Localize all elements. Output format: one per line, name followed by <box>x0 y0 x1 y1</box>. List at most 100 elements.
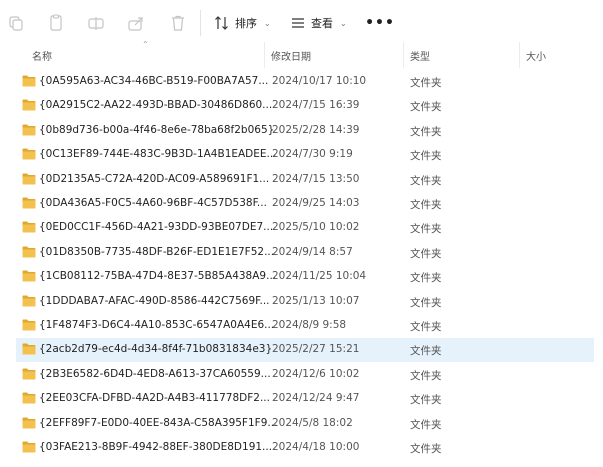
file-date: 2025/2/27 15:21 <box>272 343 360 356</box>
file-type: 文件夹 <box>410 150 442 163</box>
share-icon[interactable] <box>126 13 146 33</box>
file-type: 文件夹 <box>410 321 442 333</box>
file-name: {0DA436A5-F0C5-4A60-96BF-4C57D538F... <box>39 197 267 209</box>
file-date: 2024/8/9 9:58 <box>272 319 347 331</box>
folder-icon <box>22 221 36 233</box>
file-name: {01D8350B-7735-48DF-B26F-ED1E1E7F52... <box>39 245 275 258</box>
file-type: 文件夹 <box>410 125 442 138</box>
table-row[interactable]: {2EFF89F7-E0D0-40EE-843A-C58A395F1F9... 2… <box>16 412 594 436</box>
more-options-icon[interactable]: ••• <box>365 12 394 34</box>
table-row[interactable]: {0D2135A5-C72A-420D-AC09-A589691F1... 202… <box>16 168 594 192</box>
table-row[interactable]: {03FAE213-8B9F-4942-88EF-380DE8D191... 20… <box>16 436 594 460</box>
toolbar-separator <box>200 10 201 36</box>
folder-icon <box>22 295 36 307</box>
file-type: 文件夹 <box>410 296 442 309</box>
table-row[interactable]: {0C13EF89-744E-483C-9B3D-1A4B1EADEE... 20… <box>16 143 594 167</box>
table-row[interactable]: {1CB08112-75BA-47D4-8E37-5B85A438A9... 20… <box>16 265 594 289</box>
folder-icon <box>22 343 36 355</box>
folder-icon <box>22 99 36 111</box>
file-name: {0A2915C2-AA22-493D-BBAD-30486D860... <box>39 99 273 112</box>
table-row[interactable]: {2acb2d79-ec4d-4d34-8f4f-71b0831834e3} 20… <box>16 338 594 363</box>
folder-icon <box>22 392 36 404</box>
file-name: {2B3E6582-6D4D-4ED8-A613-37CA60559... <box>39 367 271 380</box>
table-row[interactable]: {2EE03CFA-DFBD-4A2D-A4B3-411778DF2... 202… <box>16 387 594 411</box>
table-row[interactable]: {0b89d736-b00a-4f46-8e6e-78ba68f2b065} 20… <box>16 119 594 143</box>
folder-icon <box>22 75 36 87</box>
file-type: 文件夹 <box>410 101 442 114</box>
file-type: 文件夹 <box>410 418 442 431</box>
copy-icon[interactable] <box>46 13 66 33</box>
table-row[interactable]: {0A595A63-AC34-46BC-B519-F00BA7A57... 202… <box>16 70 594 94</box>
table-row[interactable]: {0DA436A5-F0C5-4A60-96BF-4C57D538F... 202… <box>16 192 594 216</box>
table-row[interactable]: {1DDDABA7-AFAC-490D-8586-442C7569F... 202… <box>16 290 594 314</box>
table-row[interactable]: {0A2915C2-AA22-493D-BBAD-30486D860... 202… <box>16 94 594 118</box>
table-row[interactable]: {01D8350B-7735-48DF-B26F-ED1E1E7F52... 20… <box>16 241 594 265</box>
chevron-down-icon: ⌄ <box>264 18 271 28</box>
file-name: {1F4874F3-D6C4-4A10-853C-6547A0A4E6... <box>39 319 275 331</box>
file-type: 文件夹 <box>410 443 442 455</box>
file-date: 2024/7/15 13:50 <box>272 172 360 185</box>
folder-icon <box>22 368 36 380</box>
file-date: 2024/4/18 10:00 <box>272 441 360 453</box>
file-date: 2024/10/17 10:10 <box>272 75 367 87</box>
file-type: 文件夹 <box>410 199 442 211</box>
file-name: {0D2135A5-C72A-420D-AC09-A589691F1... <box>39 172 270 185</box>
file-date: 2024/12/6 10:02 <box>272 367 360 380</box>
file-name: {0A595A63-AC34-46BC-B519-F00BA7A57... <box>39 75 269 87</box>
folder-icon <box>22 173 36 185</box>
view-list-icon <box>292 18 304 28</box>
column-header: ⌃ 名称 修改日期 类型 大小 <box>0 40 603 68</box>
file-date: 2024/12/24 9:47 <box>272 392 360 405</box>
folder-icon <box>22 270 36 282</box>
file-name: {2EE03CFA-DFBD-4A2D-A4B3-411778DF2... <box>39 392 270 405</box>
file-name: {0b89d736-b00a-4f46-8e6e-78ba68f2b065} <box>39 123 275 136</box>
file-type: 文件夹 <box>410 272 442 285</box>
folder-icon <box>22 417 36 429</box>
sort-icon <box>215 16 228 30</box>
file-type: 文件夹 <box>410 369 442 382</box>
header-name[interactable]: 名称 <box>32 48 52 63</box>
file-date: 2025/5/10 10:02 <box>272 221 360 234</box>
folder-icon <box>22 246 36 258</box>
file-date: 2024/7/30 9:19 <box>272 148 353 161</box>
folder-icon <box>22 124 36 136</box>
file-date: 2024/9/14 8:57 <box>272 245 353 258</box>
file-name: {0ED0CC1F-456D-4A21-93DD-93BE07DE7... <box>39 221 274 234</box>
file-name: {1DDDABA7-AFAC-490D-8586-442C7569F... <box>39 294 270 307</box>
header-date[interactable]: 修改日期 <box>271 48 311 63</box>
folder-icon <box>22 319 36 331</box>
view-button[interactable]: 查看 ⌄ <box>290 12 347 34</box>
column-divider[interactable] <box>403 42 404 68</box>
file-name: {2EFF89F7-E0D0-40EE-843A-C58A395F1F9... <box>39 416 278 429</box>
file-date: 2025/1/13 10:07 <box>272 294 360 307</box>
file-type: 文件夹 <box>410 394 442 407</box>
file-type: 文件夹 <box>410 77 442 89</box>
toolbar: 排序 ⌄ 查看 ⌄ ••• <box>0 0 603 46</box>
file-name: {03FAE213-8B9F-4942-88EF-380DE8D191... <box>39 441 273 453</box>
file-name: {2acb2d79-ec4d-4d34-8f4f-71b0831834e3} <box>39 343 273 356</box>
file-date: 2024/5/8 18:02 <box>272 416 353 429</box>
table-row[interactable]: {0ED0CC1F-456D-4A21-93DD-93BE07DE7... 202… <box>16 216 594 240</box>
file-type: 文件夹 <box>410 174 442 187</box>
column-divider[interactable] <box>264 42 265 68</box>
column-divider[interactable] <box>519 42 520 68</box>
cut-icon[interactable] <box>6 13 26 33</box>
delete-icon[interactable] <box>168 13 188 33</box>
view-label: 查看 <box>311 17 333 30</box>
file-type: 文件夹 <box>410 223 442 236</box>
sort-button[interactable]: 排序 ⌄ <box>214 12 271 34</box>
file-name: {0C13EF89-744E-483C-9B3D-1A4B1EADEE... <box>39 148 277 161</box>
rename-icon[interactable] <box>86 13 106 33</box>
folder-icon <box>22 441 36 453</box>
file-type: 文件夹 <box>410 345 442 358</box>
table-row[interactable]: {2B3E6582-6D4D-4ED8-A613-37CA60559... 202… <box>16 363 594 387</box>
file-date: 2024/7/15 16:39 <box>272 99 360 112</box>
folder-icon <box>22 197 36 209</box>
folder-icon <box>22 148 36 160</box>
chevron-down-icon: ⌄ <box>340 18 347 28</box>
header-type[interactable]: 类型 <box>410 48 430 63</box>
table-row[interactable]: {1F4874F3-D6C4-4A10-853C-6547A0A4E6... 20… <box>16 314 594 338</box>
file-date: 2024/11/25 10:04 <box>272 270 367 283</box>
header-size[interactable]: 大小 <box>526 48 546 63</box>
file-name: {1CB08112-75BA-47D4-8E37-5B85A438A9... <box>39 270 277 283</box>
